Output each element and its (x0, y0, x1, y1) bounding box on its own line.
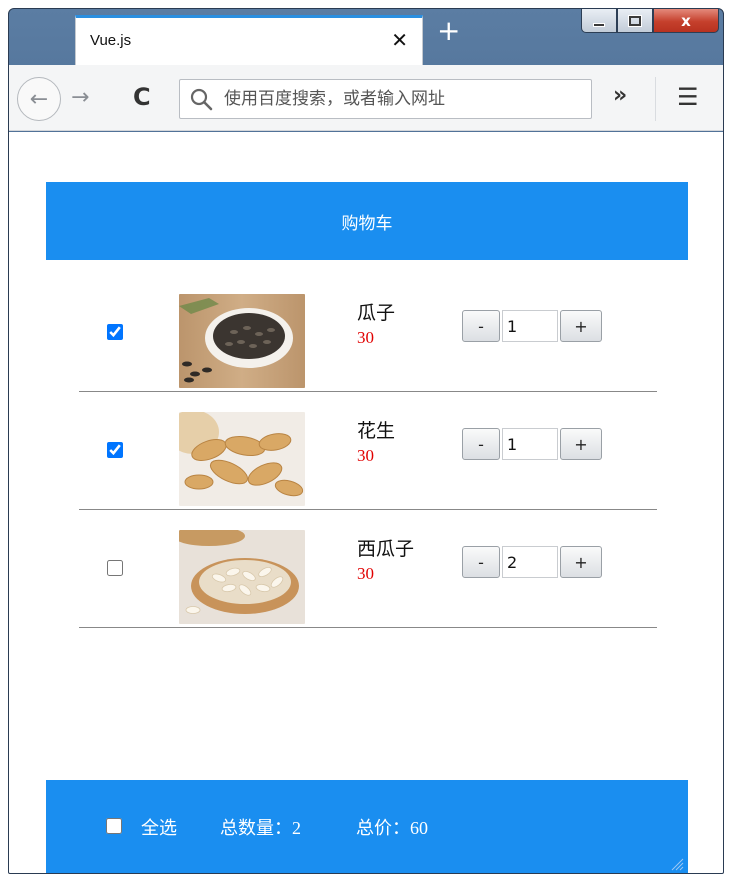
window-controls: x (581, 9, 719, 35)
tab-vuejs[interactable]: Vue.js ✕ (75, 15, 423, 65)
forward-button[interactable]: → (71, 85, 89, 110)
item-image-sunflower-seeds (179, 294, 305, 388)
qty-input[interactable] (502, 546, 558, 578)
reload-button[interactable]: C (133, 83, 151, 111)
total-price-value: 60 (410, 818, 428, 838)
url-input[interactable] (224, 85, 584, 113)
back-button[interactable]: ← (17, 77, 61, 121)
resize-grip-icon[interactable] (668, 855, 684, 871)
url-bar[interactable] (179, 79, 592, 119)
select-all-checkbox[interactable] (106, 818, 122, 834)
select-all-label[interactable]: 全选 (141, 814, 177, 840)
cart-item: 瓜子 30 - + (79, 274, 657, 392)
new-tab-button[interactable]: + (437, 17, 460, 45)
qty-input[interactable] (502, 310, 558, 342)
total-price: 总价：60 (356, 814, 428, 840)
total-count-value: 2 (292, 818, 301, 838)
maximize-icon (629, 15, 641, 26)
search-icon (190, 88, 213, 111)
item-checkbox[interactable] (107, 442, 123, 458)
item-price: 30 (357, 328, 374, 347)
minimize-icon (593, 22, 605, 27)
item-name: 瓜子 (357, 302, 396, 324)
item-image-peanuts (179, 412, 305, 506)
item-checkbox[interactable] (107, 324, 123, 340)
total-count-label: 总数量： (220, 818, 292, 839)
overflow-menu-button[interactable]: » (613, 83, 627, 108)
increase-qty-button[interactable]: + (560, 310, 602, 342)
item-image-watermelon-seeds (179, 530, 305, 624)
minimize-button[interactable] (581, 9, 617, 33)
browser-window: Vue.js ✕ + x ← → C » ☰ 购物车 (8, 8, 724, 874)
decrease-qty-button[interactable]: - (462, 428, 500, 460)
maximize-button[interactable] (617, 9, 653, 33)
item-name: 西瓜子 (357, 538, 415, 560)
item-price: 30 (357, 446, 374, 465)
back-arrow-icon: ← (29, 86, 49, 112)
hamburger-menu-button[interactable]: ☰ (677, 83, 699, 111)
cart-header: 购物车 (46, 182, 688, 260)
nav-divider (655, 77, 656, 121)
nav-bar: ← → C » ☰ (9, 65, 723, 131)
decrease-qty-button[interactable]: - (462, 546, 500, 578)
cart-footer: 全选 总数量：2 总价：60 (46, 780, 688, 873)
tab-title: Vue.js (90, 32, 132, 49)
item-checkbox[interactable] (107, 560, 123, 576)
increase-qty-button[interactable]: + (560, 546, 602, 578)
total-count: 总数量：2 (220, 814, 301, 840)
decrease-qty-button[interactable]: - (462, 310, 500, 342)
item-price: 30 (357, 564, 374, 583)
qty-input[interactable] (502, 428, 558, 460)
cart-item: 西瓜子 30 - + (79, 510, 657, 628)
close-icon: x (681, 11, 691, 30)
title-bar: Vue.js ✕ + x (9, 9, 723, 65)
tab-close-icon[interactable]: ✕ (391, 28, 408, 52)
page-content: 购物车 瓜子 30 - 1 + 花生 30 - 1 + 西瓜子 30 - 2 +… (9, 132, 723, 873)
cart-item: 花生 30 - + (79, 392, 657, 510)
total-price-label: 总价： (356, 818, 410, 839)
increase-qty-button[interactable]: + (560, 428, 602, 460)
close-window-button[interactable]: x (653, 9, 719, 33)
cart-title: 购物车 (341, 213, 393, 234)
item-name: 花生 (357, 420, 396, 442)
